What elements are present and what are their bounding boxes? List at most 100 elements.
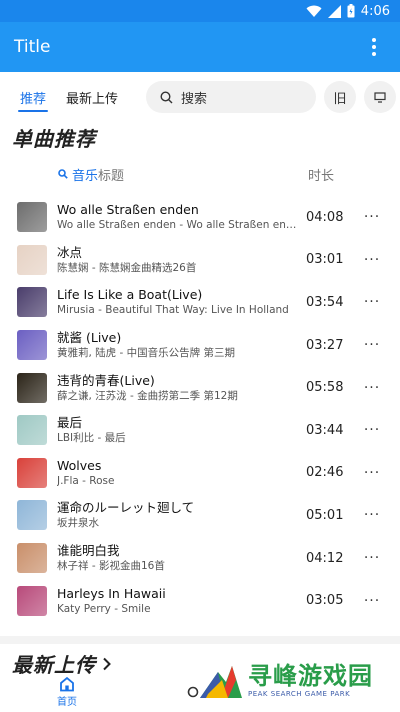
album-cover [17, 457, 47, 488]
section-title-recommend: 单曲推荐 [12, 126, 96, 151]
song-info: Life Is Like a Boat(Live) Mirusia - Beaut… [57, 286, 297, 318]
song-row[interactable]: Life Is Like a Boat(Live) Mirusia - Beaut… [0, 281, 400, 324]
watermark-cn: 寻峰游戏园 [248, 662, 373, 690]
song-duration: 05:01 [306, 507, 344, 523]
song-info: 最后 LBI利比 - 最后 [57, 414, 297, 446]
song-title: Wo alle Straßen enden [57, 202, 199, 218]
song-row[interactable]: 就酱 (Live) 黄雅莉, 陆虎 - 中国音乐公告牌 第三期 03:27 ··· [0, 324, 400, 367]
song-title: Life Is Like a Boat(Live) [57, 287, 203, 303]
song-title: 運命のルーレット廻して [57, 500, 195, 516]
section-divider [0, 635, 400, 644]
list-header: 音乐 标题 时长 [0, 156, 400, 192]
song-duration: 04:08 [306, 209, 344, 225]
tab-latest-upload[interactable]: 最新上传 [56, 72, 128, 122]
more-options-icon[interactable]: ··· [362, 380, 382, 396]
watermark: 寻峰游戏园 PEAK SEARCH GAME PARK [198, 654, 394, 706]
song-title: 冰点 [57, 244, 83, 260]
song-row[interactable]: 最后 LBI利比 - 最后 03:44 ··· [0, 409, 400, 452]
album-cover [17, 500, 47, 531]
song-title: Wolves [57, 457, 102, 473]
search-icon [58, 169, 68, 179]
album-cover [17, 415, 47, 446]
more-options-icon[interactable]: ··· [362, 422, 382, 438]
song-row[interactable]: Wolves J.Fla - Rose 02:46 ··· [0, 452, 400, 495]
song-row[interactable]: 谁能明白我 林子祥 - 影视金曲16首 04:12 ··· [0, 537, 400, 580]
monitor-button[interactable] [364, 81, 397, 113]
song-row[interactable]: 违背的青春(Live) 薛之谦, 汪苏泷 - 金曲捞第二季 第12期 05:58 ··… [0, 366, 400, 409]
song-duration: 02:46 [306, 465, 344, 481]
wifi-icon [306, 5, 322, 17]
title-label: 标题 [98, 168, 125, 184]
song-artist-album: 坂井泉水 [57, 517, 99, 530]
search-icon [160, 90, 173, 103]
app-title: Title [14, 37, 51, 57]
more-options-icon[interactable]: ··· [362, 337, 382, 353]
more-options-icon[interactable]: ··· [362, 593, 382, 609]
nav-home-label: 首页 [57, 697, 77, 708]
song-row[interactable]: Harleys In Hawaii Katy Perry - Smile 03:05… [0, 579, 400, 622]
song-title: 就酱 (Live) [57, 330, 122, 346]
album-cover [17, 585, 47, 616]
song-duration: 03:01 [306, 252, 344, 268]
song-row[interactable]: 冰点 陈慧娴 - 陈慧娴金曲精选26首 03:01 ··· [0, 239, 400, 282]
song-info: 冰点 陈慧娴 - 陈慧娴金曲精选26首 [57, 244, 297, 276]
nav-home[interactable]: 首页 [37, 676, 97, 712]
song-artist-album: 陈慧娴 - 陈慧娴金曲精选26首 [57, 261, 197, 274]
more-options-icon[interactable]: ··· [362, 252, 382, 268]
song-artist-album: 黄雅莉, 陆虎 - 中国音乐公告牌 第三期 [57, 347, 235, 360]
song-title: Harleys In Hawaii [57, 585, 166, 601]
album-cover [17, 372, 47, 403]
song-duration: 04:12 [306, 550, 344, 566]
song-info: 谁能明白我 林子祥 - 影视金曲16首 [57, 542, 297, 574]
song-title: 最后 [57, 415, 83, 431]
battery-icon [347, 4, 355, 18]
song-info: Wo alle Straßen enden Wo alle Straßen end… [57, 201, 297, 233]
mountain-logo-icon [200, 666, 242, 698]
album-cover [17, 244, 47, 275]
album-cover [17, 330, 47, 361]
old-button[interactable]: 旧 [324, 81, 357, 113]
more-options-icon[interactable]: ··· [362, 209, 382, 225]
title-column-header: 音乐 标题 [58, 165, 308, 184]
album-cover [17, 202, 47, 233]
song-artist-album: Mirusia - Beautiful That Way: Live In Ho… [57, 304, 289, 317]
song-artist-album: Katy Perry - Smile [57, 602, 151, 615]
monitor-icon [374, 91, 386, 103]
song-duration: 05:58 [306, 380, 344, 396]
watermark-en: PEAK SEARCH GAME PARK [248, 690, 351, 698]
home-icon [60, 676, 74, 692]
chevron-right-icon [103, 657, 111, 671]
music-label[interactable]: 音乐 [72, 165, 98, 184]
song-title: 违背的青春(Live) [57, 372, 155, 388]
more-options-icon[interactable]: ··· [362, 507, 382, 523]
search-input[interactable]: 搜索 [146, 81, 317, 113]
song-artist-album: J.Fla - Rose [57, 474, 115, 487]
song-info: 運命のルーレット廻して 坂井泉水 [57, 499, 297, 531]
song-duration: 03:54 [306, 294, 344, 310]
more-options-icon[interactable]: ··· [362, 294, 382, 310]
search-placeholder: 搜索 [181, 91, 208, 107]
song-info: 违背的青春(Live) 薛之谦, 汪苏泷 - 金曲捞第二季 第12期 [57, 372, 297, 404]
song-info: Harleys In Hawaii Katy Perry - Smile [57, 585, 297, 617]
song-duration: 03:44 [306, 422, 344, 438]
song-artist-album: Wo alle Straßen enden - Wo alle Straßen … [57, 219, 297, 232]
status-bar: 4:06 [0, 0, 400, 22]
status-time: 4:06 [360, 3, 390, 19]
more-options-icon[interactable]: ··· [362, 550, 382, 566]
album-cover [17, 543, 47, 574]
duration-column-header: 时长 [308, 168, 335, 184]
song-duration: 03:27 [306, 337, 344, 353]
song-title: 谁能明白我 [57, 543, 120, 559]
more-options-icon[interactable]: ··· [362, 465, 382, 481]
song-row[interactable]: 運命のルーレット廻して 坂井泉水 05:01 ··· [0, 494, 400, 537]
album-cover [17, 287, 47, 318]
song-row[interactable]: Wo alle Straßen enden Wo alle Straßen end… [0, 196, 400, 239]
song-list: Wo alle Straßen enden Wo alle Straßen end… [0, 196, 400, 622]
song-info: Wolves J.Fla - Rose [57, 457, 297, 489]
tab-recommend[interactable]: 推荐 [10, 72, 56, 122]
song-artist-album: 薛之谦, 汪苏泷 - 金曲捞第二季 第12期 [57, 389, 238, 402]
app-bar: Title [0, 22, 400, 72]
song-artist-album: LBI利比 - 最后 [57, 432, 126, 445]
more-vert-icon[interactable] [362, 35, 386, 59]
tab-bar: 推荐 最新上传 搜索 旧 [0, 72, 400, 122]
